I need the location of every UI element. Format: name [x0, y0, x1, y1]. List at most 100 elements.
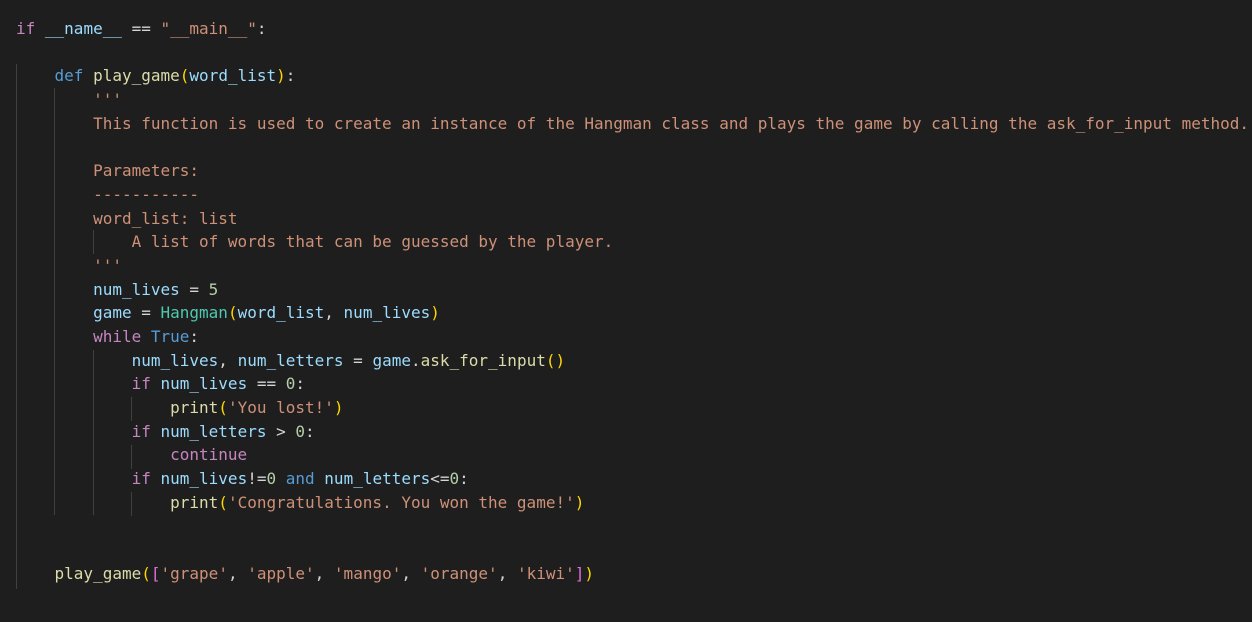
code-token: )	[333, 398, 344, 417]
code-line[interactable]: if num_letters > 0:	[16, 420, 1249, 444]
code-line[interactable]: if num_lives!=0 and num_letters<=0:	[16, 467, 1249, 491]
code-token: )	[584, 563, 595, 583]
code-token: if	[131, 421, 151, 441]
code-line[interactable]: word_list: list	[16, 207, 1249, 231]
code-token: ==	[121, 19, 161, 38]
code-token: 0	[449, 469, 460, 489]
code-token: (	[141, 563, 151, 583]
code-token: >	[266, 421, 296, 441]
code-token: A list of words that can be guessed by t…	[131, 232, 614, 252]
code-token: while	[93, 326, 142, 346]
code-line[interactable]	[16, 538, 1249, 562]
code-token: game	[93, 303, 132, 323]
code-line[interactable]: print('Congratulations. You won the game…	[16, 491, 1249, 515]
code-token: <=	[430, 469, 450, 489]
code-token: num_letters	[160, 421, 267, 441]
code-token: (	[179, 66, 190, 86]
code-token: 'Congratulations. You won the game!'	[227, 492, 575, 512]
code-line[interactable]: print('You lost!')	[16, 396, 1249, 420]
code-line[interactable]: if num_lives == 0:	[16, 372, 1249, 396]
code-token: :	[305, 421, 315, 441]
code-line[interactable]: play_game(['grape', 'apple', 'mango', 'o…	[16, 562, 1249, 586]
code-token: game	[372, 350, 411, 370]
code-token: =	[179, 279, 209, 299]
code-token: num_lives	[131, 350, 219, 370]
code-line[interactable]	[16, 41, 1249, 65]
code-token: word_list	[189, 66, 277, 86]
code-token: ,	[401, 563, 421, 583]
code-token: num_lives	[160, 374, 248, 394]
code-line[interactable]: while True:	[16, 325, 1249, 349]
code-line[interactable]: def play_game(word_list):	[16, 64, 1249, 88]
code-token: :	[189, 326, 200, 346]
code-line[interactable]: if __name__ == "__main__":	[16, 17, 1249, 41]
code-line[interactable]: num_lives, num_letters = game.ask_for_in…	[16, 349, 1249, 373]
code-token: word_list: list	[93, 208, 238, 228]
code-token: __name__	[44, 19, 122, 38]
code-token: =	[343, 350, 373, 370]
code-token: )	[276, 66, 286, 86]
code-token: '''	[93, 255, 122, 275]
code-line[interactable]: '''	[16, 88, 1249, 112]
code-line[interactable]: num_lives = 5	[16, 278, 1249, 302]
code-token: Parameters:	[93, 161, 200, 181]
code-token: (	[218, 492, 228, 512]
code-token: This function is used to create an insta…	[93, 113, 1249, 133]
code-line[interactable]: '''	[16, 254, 1249, 278]
code-token: 'kiwi'	[516, 563, 575, 583]
code-token: if	[16, 19, 36, 38]
code-line[interactable]: game = Hangman(word_list, num_lives)	[16, 301, 1249, 325]
code-token: if	[131, 374, 151, 394]
code-token: =	[131, 303, 161, 323]
code-editor[interactable]: if __name__ == "__main__": def play_game…	[0, 0, 1252, 622]
code-token: ==	[247, 374, 286, 394]
code-token: )	[574, 492, 585, 512]
code-line[interactable]: Parameters:	[16, 159, 1249, 183]
code-line[interactable]	[16, 514, 1249, 538]
code-token: if	[131, 469, 151, 489]
code-token: num_letters	[324, 469, 431, 489]
code-token: 0	[266, 469, 277, 489]
code-token: ,	[314, 563, 334, 583]
code-line[interactable]	[16, 135, 1249, 159]
code-line[interactable]: continue	[16, 443, 1249, 467]
code-token: num_lives	[93, 279, 180, 299]
code-token: )	[430, 303, 440, 323]
code-line[interactable]: This function is used to create an insta…	[16, 112, 1249, 136]
code-token: 'mango'	[333, 563, 402, 583]
code-line[interactable]: A list of words that can be guessed by t…	[16, 230, 1249, 254]
code-token: ,	[497, 563, 517, 583]
code-token: .	[410, 350, 421, 370]
code-token: '''	[93, 90, 122, 110]
code-token: 'orange'	[420, 563, 498, 583]
code-token: 0	[295, 421, 306, 441]
code-token: -----------	[93, 184, 200, 204]
code-token: ,	[324, 303, 344, 323]
code-token: num_letters	[237, 350, 344, 370]
code-line[interactable]: -----------	[16, 183, 1249, 207]
code-token: (	[227, 303, 238, 323]
code-token: 'You lost!'	[227, 398, 334, 417]
code-token: 'apple'	[247, 563, 315, 583]
code-token: ()	[545, 350, 566, 370]
code-token: and	[285, 469, 315, 489]
code-token: (	[218, 398, 228, 417]
code-token: 5	[208, 279, 219, 299]
